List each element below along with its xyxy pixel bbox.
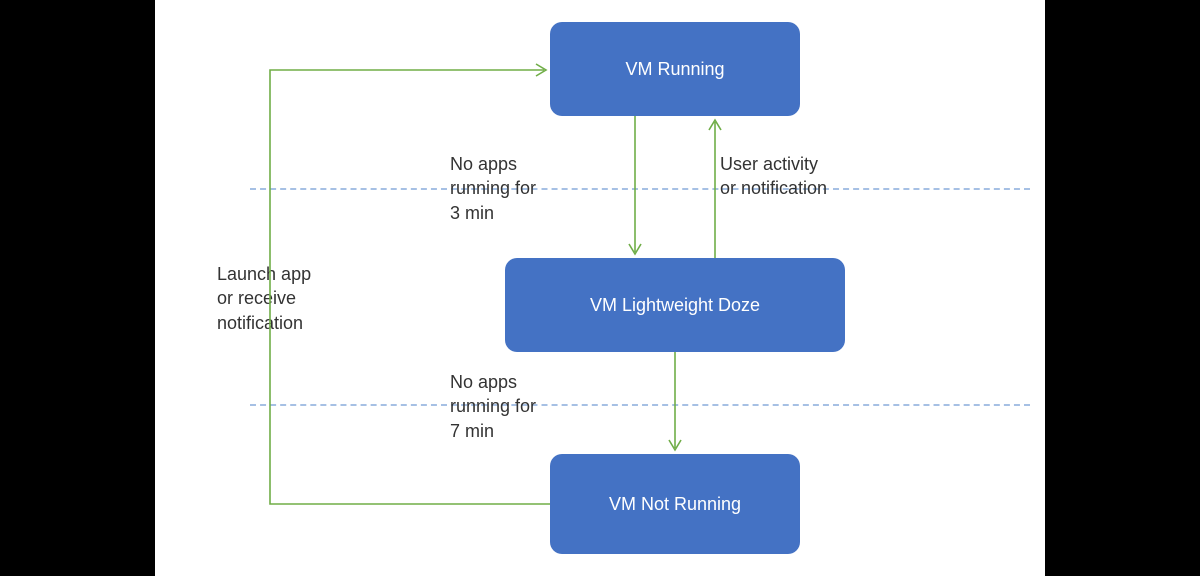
state-vm-not-running: VM Not Running <box>550 454 800 554</box>
state-label: VM Lightweight Doze <box>590 295 760 316</box>
state-label: VM Not Running <box>609 494 741 515</box>
arrowhead-icon <box>709 120 721 130</box>
transition-label-doze-to-notrunning: No apps running for 7 min <box>450 370 620 443</box>
transition-label-doze-to-running: User activity or notification <box>720 152 890 201</box>
arrowhead-icon <box>669 440 681 450</box>
divider-lower <box>250 404 1030 406</box>
divider-upper <box>250 188 1030 190</box>
arrowhead-icon <box>629 244 641 254</box>
diagram-canvas: VM Running VM Lightweight Doze VM Not Ru… <box>155 0 1045 576</box>
transition-label-running-to-doze: No apps running for 3 min <box>450 152 620 225</box>
state-label: VM Running <box>625 59 724 80</box>
transition-label-notrunning-to-running: Launch app or receive notification <box>217 262 367 335</box>
arrowhead-icon <box>536 64 546 76</box>
state-vm-running: VM Running <box>550 22 800 116</box>
state-vm-lightweight-doze: VM Lightweight Doze <box>505 258 845 352</box>
